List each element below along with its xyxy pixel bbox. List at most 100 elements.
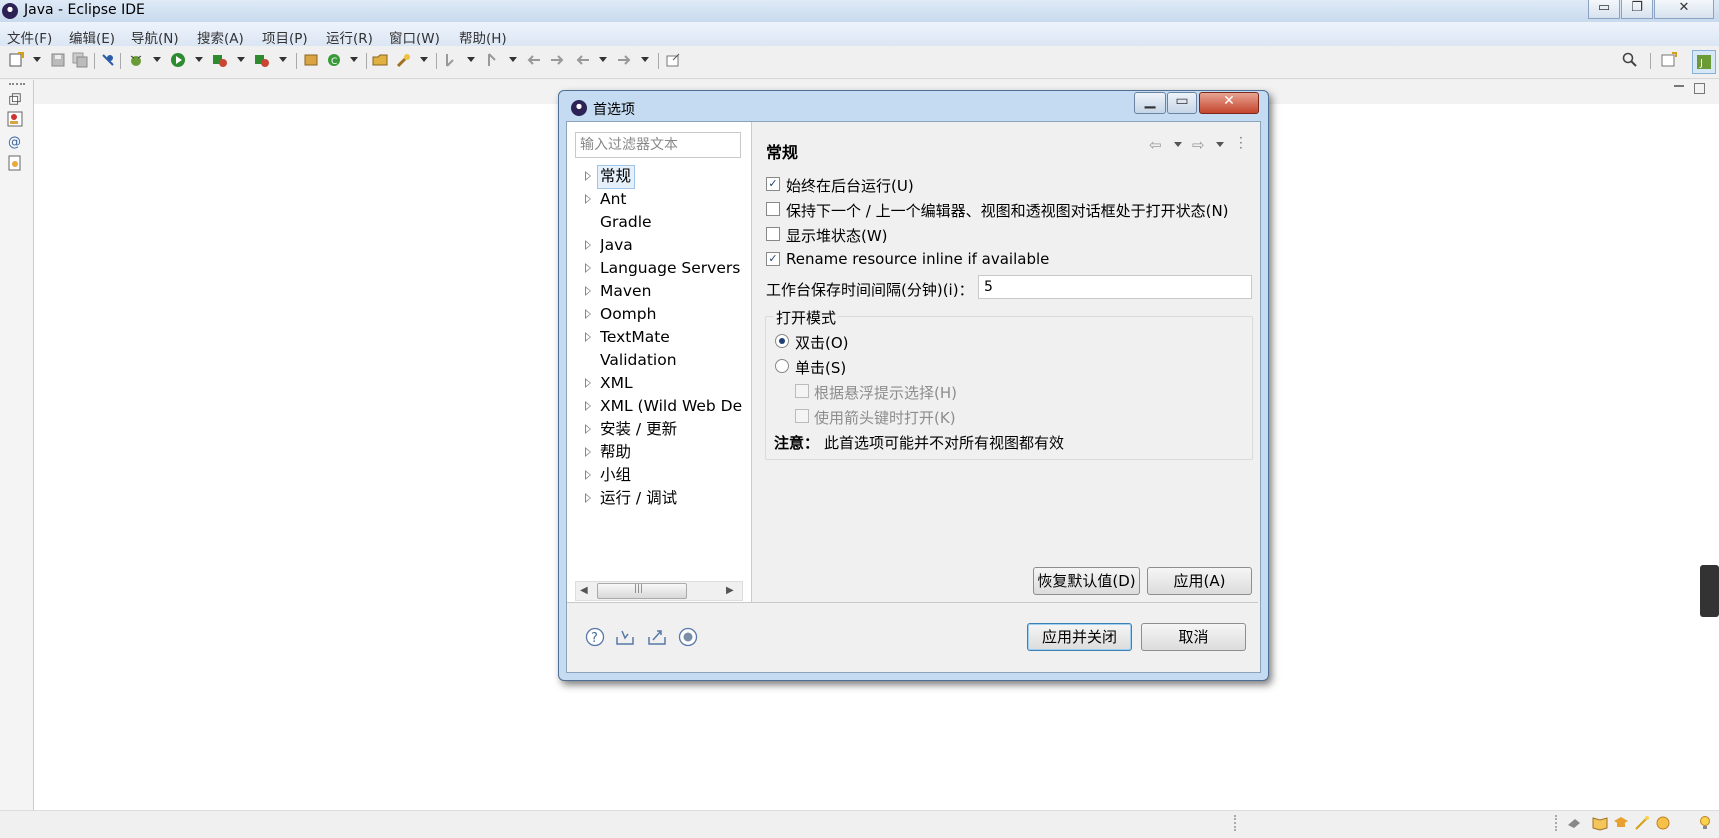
filter-input[interactable]: 输入过滤器文本 (575, 132, 741, 158)
expand-arrow-icon[interactable] (585, 493, 591, 503)
hover-select-checkbox[interactable] (795, 384, 809, 398)
save-all-icon[interactable] (72, 52, 88, 68)
back-dropdown-icon[interactable] (599, 57, 607, 62)
nav-forward-dropdown-icon[interactable] (1216, 142, 1224, 147)
search-dropdown-icon[interactable] (420, 57, 428, 62)
pin-editor-icon[interactable] (665, 52, 681, 68)
tree-item-java[interactable]: Java (600, 235, 633, 255)
expand-arrow-icon[interactable] (585, 171, 591, 181)
next-annotation-dropdown-icon[interactable] (467, 57, 475, 62)
expand-arrow-icon[interactable] (585, 286, 591, 296)
always-background-checkbox[interactable]: ✓ (766, 177, 780, 191)
run-icon[interactable] (170, 52, 186, 68)
restore-defaults-button[interactable]: 恢复默认值(D) (1033, 567, 1140, 595)
view-menu-icon[interactable]: · · · (1239, 132, 1243, 154)
side-trim-handle[interactable] (1700, 565, 1719, 617)
cancel-button[interactable]: 取消 (1141, 623, 1246, 651)
magic-wand-icon[interactable] (1634, 815, 1650, 831)
expand-arrow-icon[interactable] (585, 263, 591, 273)
tree-item-install-update[interactable]: 安装 / 更新 (600, 419, 677, 439)
menu-edit[interactable]: 编辑(E) (69, 27, 115, 47)
tree-item-xml[interactable]: XML (600, 373, 633, 393)
dialog-close-button[interactable]: ✕ (1199, 92, 1259, 114)
menu-search[interactable]: 搜索(A) (197, 27, 244, 47)
menu-navigate[interactable]: 导航(N) (131, 27, 179, 47)
warning-circle-icon[interactable] (1655, 815, 1671, 831)
tree-item-run-debug[interactable]: 运行 / 调试 (600, 488, 677, 508)
tree-item-validation[interactable]: Validation (600, 350, 677, 370)
coverage-dropdown-icon[interactable] (237, 57, 245, 62)
dialog-maximize-button[interactable]: ▭ (1167, 92, 1197, 114)
apply-button[interactable]: 应用(A) (1147, 567, 1252, 595)
external-tools-icon[interactable] (254, 52, 270, 68)
expand-arrow-icon[interactable] (585, 470, 591, 480)
expand-arrow-icon[interactable] (585, 424, 591, 434)
expand-arrow-icon[interactable] (585, 401, 591, 411)
arrow-open-checkbox[interactable] (795, 409, 809, 423)
next-annotation-icon[interactable] (443, 52, 459, 68)
nav-back-icon[interactable]: ⇦ (1149, 136, 1162, 154)
forward-dropdown-icon[interactable] (641, 57, 649, 62)
debug-icon[interactable] (128, 52, 144, 68)
menu-run[interactable]: 运行(R) (326, 27, 373, 47)
nav-forward-icon[interactable]: ⇨ (1192, 136, 1205, 154)
external-tools-dropdown-icon[interactable] (279, 57, 287, 62)
expand-arrow-icon[interactable] (585, 378, 591, 388)
tree-item-help[interactable]: 帮助 (600, 442, 631, 462)
menu-help[interactable]: 帮助(H) (459, 27, 507, 47)
apply-and-close-button[interactable]: 应用并关闭 (1027, 623, 1132, 651)
maximize-button[interactable]: ❐ (1621, 0, 1653, 19)
maximize-area-icon[interactable] (1694, 83, 1705, 94)
expand-arrow-icon[interactable] (585, 309, 591, 319)
single-click-radio[interactable] (775, 359, 789, 373)
minimize-area-icon[interactable] (1674, 85, 1684, 87)
tree-item-xml-wild-web[interactable]: XML (Wild Web Dev (600, 396, 742, 416)
tree-item-language-servers[interactable]: Language Servers (600, 258, 740, 278)
nav-back-dropdown-icon[interactable] (1174, 142, 1182, 147)
global-search-icon[interactable] (1622, 52, 1638, 68)
rename-inline-checkbox[interactable]: ✓ (766, 252, 780, 266)
import-icon[interactable] (615, 627, 635, 647)
minimize-button[interactable]: ▭ (1588, 0, 1620, 19)
keep-dialog-open-checkbox[interactable] (766, 202, 780, 216)
prev-annotation-dropdown-icon[interactable] (509, 57, 517, 62)
open-type-icon[interactable] (372, 52, 388, 68)
tree-item-maven[interactable]: Maven (600, 281, 651, 301)
expand-arrow-icon[interactable] (585, 332, 591, 342)
dialog-minimize-button[interactable]: ▁ (1134, 92, 1166, 114)
new-class-dropdown-icon[interactable] (350, 57, 358, 62)
double-click-radio[interactable] (775, 334, 789, 348)
save-icon[interactable] (50, 52, 66, 68)
skip-breakpoints-icon[interactable] (100, 52, 116, 68)
expand-arrow-icon[interactable] (585, 194, 591, 204)
last-edit-icon[interactable] (526, 52, 542, 68)
menu-file[interactable]: 文件(F) (7, 27, 52, 47)
show-heap-checkbox[interactable] (766, 227, 780, 241)
forward-icon[interactable] (616, 52, 632, 68)
open-perspective-icon[interactable] (1661, 52, 1677, 68)
sync-icon[interactable] (1566, 815, 1582, 831)
tree-item-general[interactable]: 常规 (600, 166, 631, 186)
new-java-class-icon[interactable]: C (326, 52, 342, 68)
tree-item-team[interactable]: 小组 (600, 465, 631, 485)
tree-item-gradle[interactable]: Gradle (600, 212, 652, 232)
expand-arrow-icon[interactable] (585, 240, 591, 250)
tree-item-oomph[interactable]: Oomph (600, 304, 656, 324)
strip-grip-icon[interactable] (9, 83, 25, 87)
expand-arrow-icon[interactable] (585, 447, 591, 457)
scroll-left-icon[interactable]: ◀ (580, 585, 588, 596)
debug-dropdown-icon[interactable] (153, 57, 161, 62)
close-window-button[interactable]: ✕ (1654, 0, 1714, 19)
lightbulb-icon[interactable] (1697, 815, 1713, 831)
book-icon[interactable] (1592, 815, 1608, 831)
new-dropdown-icon[interactable] (33, 57, 41, 62)
prev-annotation-icon[interactable] (485, 52, 501, 68)
package-explorer-icon[interactable] (7, 111, 23, 127)
java-perspective-button[interactable]: J (1692, 50, 1716, 74)
export-icon[interactable] (647, 627, 667, 647)
search-tool-icon[interactable] (396, 52, 412, 68)
declaration-icon[interactable] (7, 155, 23, 171)
coverage-icon[interactable] (212, 52, 228, 68)
help-icon[interactable]: ? (585, 627, 605, 647)
menu-project[interactable]: 项目(P) (262, 27, 308, 47)
